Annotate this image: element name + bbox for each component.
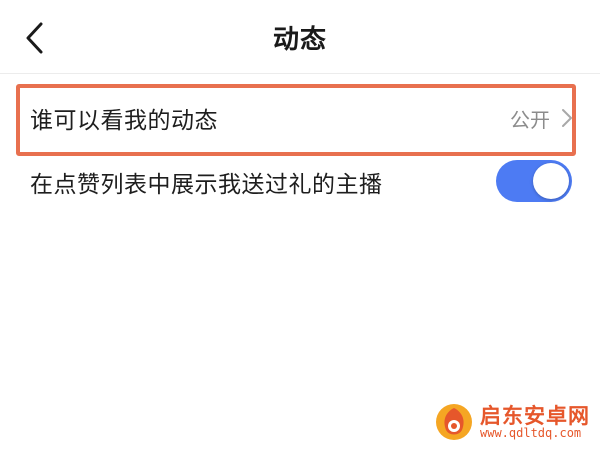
watermark-text: 启东安卓网 www.qdltdq.com [480,405,590,440]
chevron-right-icon [562,109,572,127]
screen: 动态 谁可以看我的动态 公开 在点赞列表中展示我送过礼的主播 启东安卓网 www… [0,0,600,450]
page-title: 动态 [272,24,327,55]
privacy-setting-label: 谁可以看我的动态 [30,108,218,134]
watermark-url: www.qdltdq.com [480,425,582,440]
gift-display-toggle[interactable] [496,160,572,202]
gift-display-setting-label: 在点赞列表中展示我送过礼的主播 [30,172,383,198]
watermark-logo-icon [436,404,472,440]
back-button[interactable] [14,18,54,58]
watermark: 启东安卓网 www.qdltdq.com [434,402,590,442]
privacy-setting-value: 公开 [510,107,550,132]
nav-bar: 动态 [0,0,600,74]
watermark-name: 启东安卓网 [480,403,590,428]
chevron-left-icon [26,22,43,54]
toggle-knob [533,163,569,199]
privacy-setting-row[interactable]: 谁可以看我的动态 公开 [0,86,600,150]
